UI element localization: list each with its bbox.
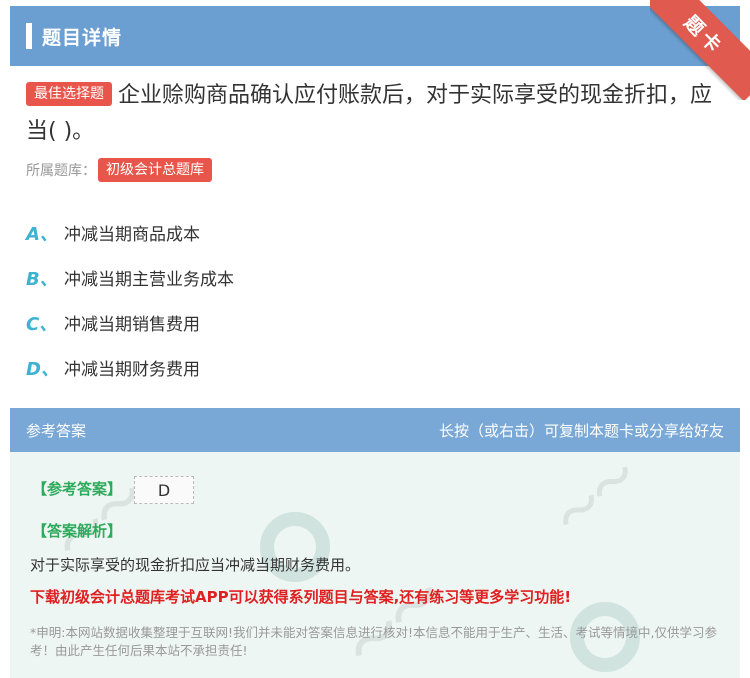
- option-text: 冲减当期主营业务成本: [64, 270, 234, 290]
- question-text: 企业赊购商品确认应付账款后，对于实际享受的现金折扣，应当( )。: [26, 83, 713, 144]
- option-d[interactable]: D、 冲减当期财务费用: [26, 345, 234, 390]
- question-bank: 所属题库： 初级会计总题库: [26, 158, 218, 182]
- option-b[interactable]: B、 冲减当期主营业务成本: [26, 255, 234, 300]
- option-text: 冲减当期财务费用: [64, 360, 200, 380]
- disclaimer: *申明:本网站数据收集整理于互联网!我们并未能对答案信息进行核对!本信息不能用于…: [30, 625, 717, 658]
- option-c[interactable]: C、 冲减当期销售费用: [26, 300, 234, 345]
- analysis-text: 对于实际享受的现金折扣应当冲减当期财务费用。: [30, 556, 361, 574]
- copy-share-hint: 长按（或右击）可复制本题卡或分享给好友: [438, 421, 724, 440]
- option-text: 冲减当期商品成本: [64, 225, 200, 245]
- header-accent-bar: [26, 23, 32, 49]
- answer-section-title: 参考答案: [26, 421, 87, 440]
- question-bank-tag[interactable]: 初级会计总题库: [98, 158, 212, 182]
- watermark: 〜〜: [546, 452, 647, 546]
- app-download-promo[interactable]: 下载初级会计总题库考试APP可以获得系列题目与答案,还有练习等更多学习功能!: [30, 586, 571, 607]
- option-a[interactable]: A、 冲减当期商品成本: [26, 210, 234, 255]
- answer-label: 【参考答案】: [32, 480, 123, 498]
- options-list: A、 冲减当期商品成本 B、 冲减当期主营业务成本 C、 冲减当期销售费用 D、…: [26, 210, 234, 390]
- option-letter: C、: [26, 313, 58, 335]
- question-block: 最佳选择题 企业赊购商品确认应付账款后，对于实际享受的现金折扣，应当( )。: [26, 78, 726, 150]
- question-type-tag: 最佳选择题: [26, 82, 112, 106]
- answer-value: D: [134, 476, 194, 504]
- option-text: 冲减当期销售费用: [64, 315, 200, 335]
- option-letter: A、: [26, 223, 58, 245]
- answer-section-header: 参考答案 长按（或右击）可复制本题卡或分享给好友: [10, 408, 740, 452]
- page-header: 题目详情: [10, 6, 740, 66]
- analysis-label: 【答案解析】: [32, 522, 123, 540]
- page-title: 题目详情: [42, 26, 123, 49]
- answer-box: 〜〜 〜〜 〜〜 【参考答案】 D 【答案解析】 对于实际享受的现金折扣应当冲减…: [10, 452, 740, 678]
- question-bank-label: 所属题库：: [26, 163, 96, 179]
- option-letter: B、: [26, 268, 58, 290]
- option-letter: D、: [26, 358, 59, 380]
